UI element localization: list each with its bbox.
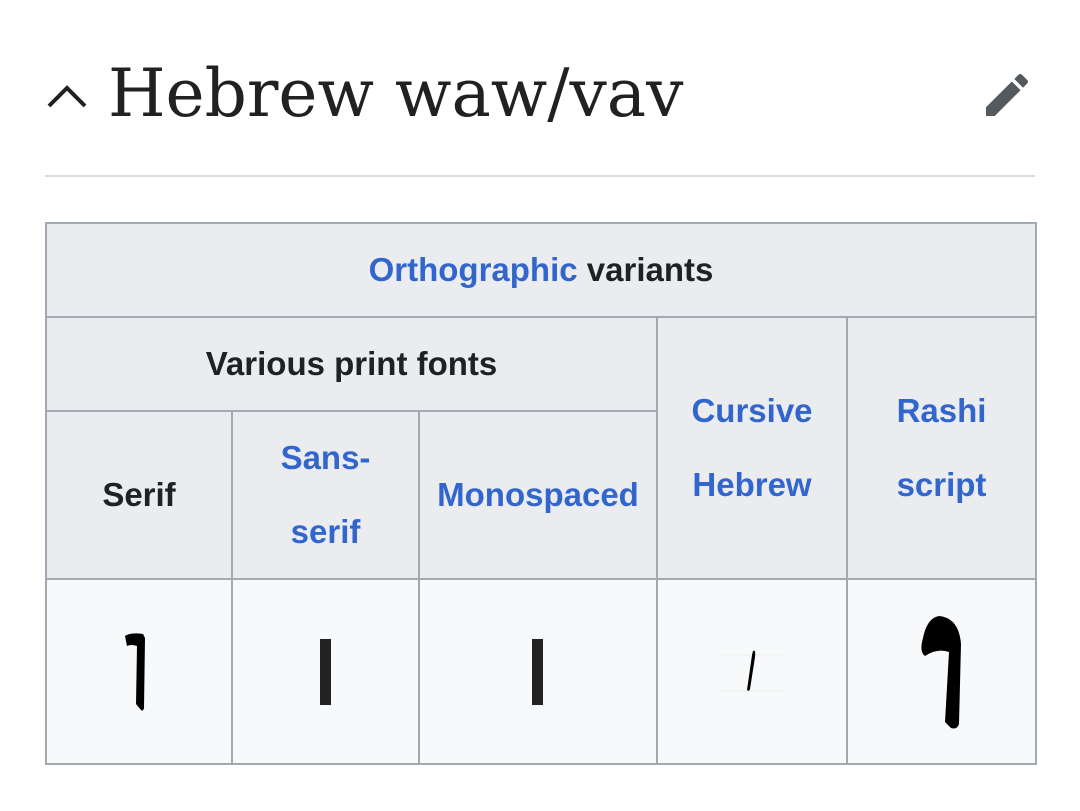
sans-serif-header: Sans-serif [231, 410, 420, 580]
section-title: Hebrew waw/vav [108, 55, 684, 132]
rashi-vav-glyph [920, 615, 961, 728]
section-divider [45, 175, 1035, 177]
various-print-fonts-header: Various print fonts [45, 316, 658, 412]
chevron-up-icon[interactable] [45, 82, 89, 112]
section-header: Hebrew waw/vav [45, 52, 1035, 142]
serif-vav-glyph [125, 632, 145, 711]
cursive-vav-glyph [719, 650, 785, 691]
rashi-script-link[interactable]: Rashi script [897, 392, 987, 503]
caption-text: variants [586, 250, 714, 288]
sans-serif-vav-glyph [319, 638, 331, 705]
rashi-script-header: Rashi script [846, 316, 1037, 580]
monospaced-glyph-cell [418, 578, 658, 765]
cursive-hebrew-header: Cursive Hebrew [656, 316, 848, 580]
rashi-glyph-cell [846, 578, 1037, 765]
sans-serif-glyph-cell [231, 578, 420, 765]
cursive-hebrew-link[interactable]: Cursive Hebrew [691, 392, 812, 503]
serif-header: Serif [45, 410, 233, 580]
monospaced-header: Monospaced [418, 410, 658, 580]
orthographic-link[interactable]: Orthographic [369, 251, 578, 288]
cursive-glyph-cell [656, 578, 848, 765]
sans-serif-link[interactable]: Sans-serif [281, 439, 371, 550]
serif-glyph-cell [45, 578, 233, 765]
monospaced-link[interactable]: Monospaced [437, 476, 639, 513]
orthographic-variants-table: Orthographic variants Various print font… [45, 222, 1037, 765]
monospaced-vav-glyph [532, 638, 543, 705]
pencil-icon[interactable] [979, 67, 1035, 123]
table-caption: Orthographic variants [45, 222, 1037, 318]
